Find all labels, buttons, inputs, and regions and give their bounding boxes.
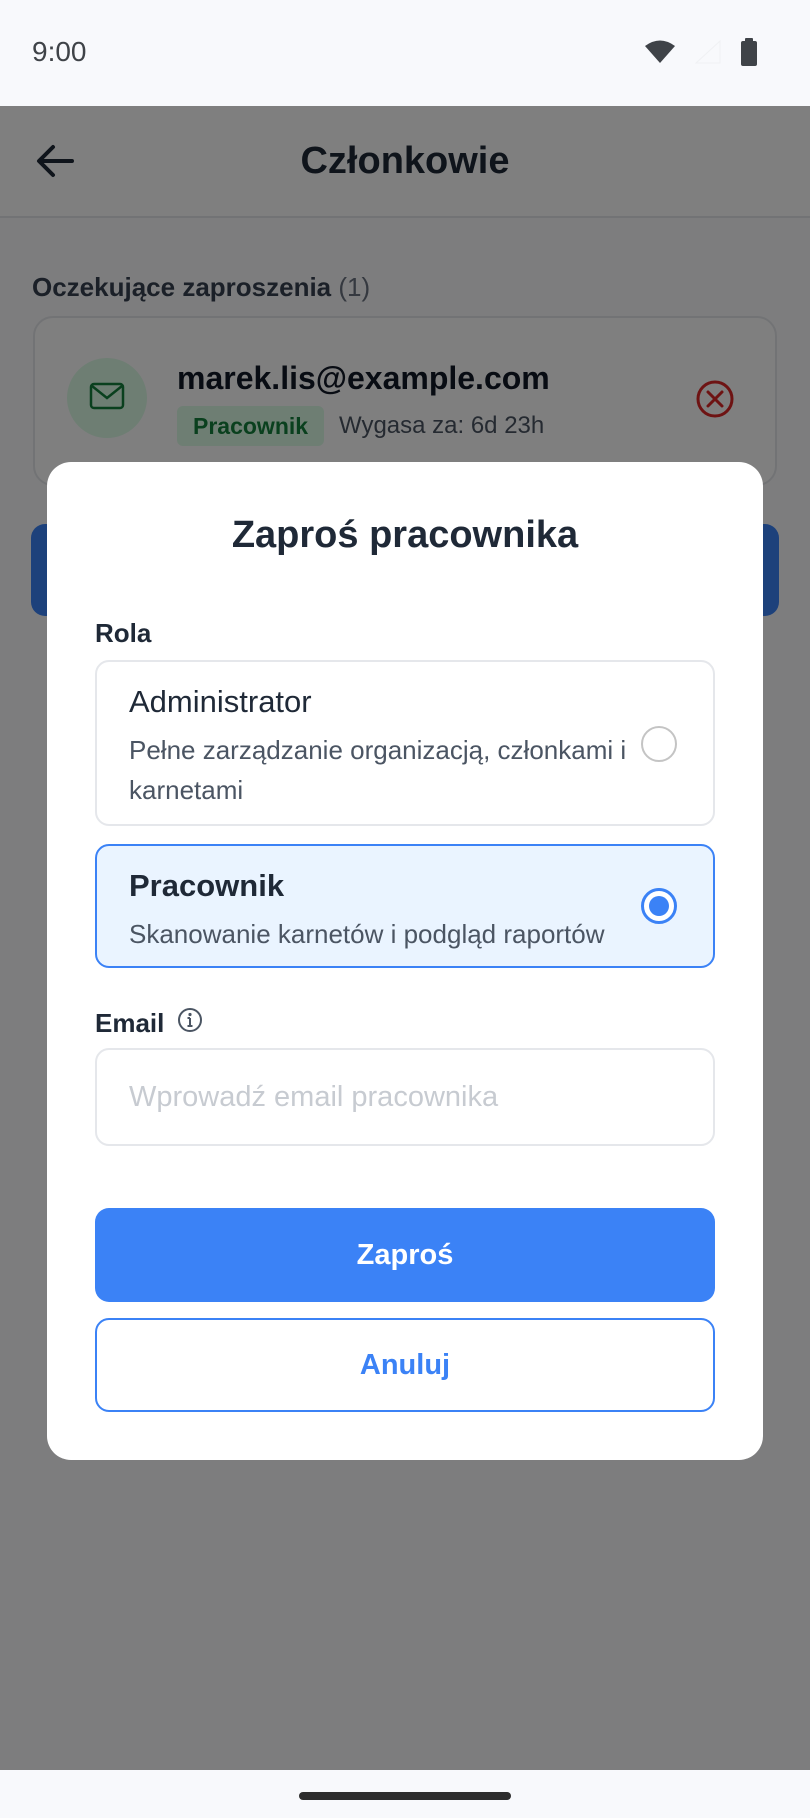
email-label-row: Email xyxy=(95,1006,204,1041)
wifi-icon xyxy=(644,39,676,70)
signal-icon xyxy=(694,39,722,70)
navigation-bar xyxy=(0,1770,810,1818)
cancel-button[interactable]: Anuluj xyxy=(95,1318,715,1412)
battery-icon xyxy=(740,38,758,71)
status-icons xyxy=(644,38,758,71)
info-icon[interactable] xyxy=(176,1006,204,1041)
role-option-administrator[interactable]: Administrator Pełne zarządzanie organiza… xyxy=(95,660,715,826)
email-input[interactable] xyxy=(95,1048,715,1146)
status-bar: 9:00 xyxy=(0,0,810,106)
invite-dialog: Zaproś pracownika Rola Administrator Peł… xyxy=(47,462,763,1460)
role-option-worker[interactable]: Pracownik Skanowanie karnetów i podgląd … xyxy=(95,844,715,968)
role-option-name: Administrator xyxy=(129,684,312,719)
radio-unselected[interactable] xyxy=(641,726,677,762)
home-gesture-handle[interactable] xyxy=(299,1792,511,1800)
dialog-title: Zaproś pracownika xyxy=(231,514,579,556)
invite-button[interactable]: Zaproś xyxy=(95,1208,715,1302)
role-label: Rola xyxy=(95,618,152,648)
email-label: Email xyxy=(95,1008,165,1038)
role-option-description: Pełne zarządzanie organizacją, członkami… xyxy=(129,735,627,805)
role-option-description: Skanowanie karnetów i podgląd raportów xyxy=(129,919,605,949)
status-time: 9:00 xyxy=(32,36,87,67)
radio-selected[interactable] xyxy=(641,888,677,924)
role-option-name: Pracownik xyxy=(129,868,285,903)
